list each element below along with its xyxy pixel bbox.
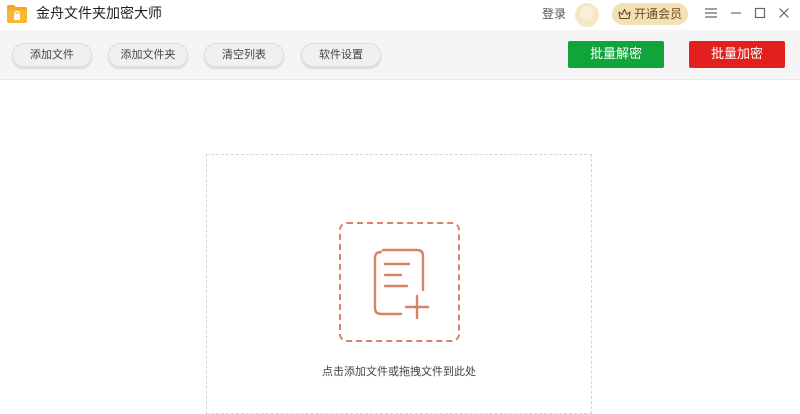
drop-hint-text: 点击添加文件或拖拽文件到此处 — [322, 365, 476, 378]
login-link[interactable]: 登录 — [542, 6, 566, 22]
toolbar: 添加文件 添加文件夹 清空列表 软件设置 批量解密 批量加密 — [0, 30, 800, 80]
vip-button[interactable]: 开通会员 — [612, 3, 688, 25]
avatar[interactable] — [575, 3, 599, 27]
settings-button[interactable]: 软件设置 — [301, 43, 381, 67]
folder-lock-icon — [6, 4, 28, 24]
add-folder-button[interactable]: 添加文件夹 — [108, 43, 188, 67]
vip-label: 开通会员 — [633, 7, 682, 21]
batch-decrypt-button[interactable]: 批量解密 — [568, 41, 664, 68]
title-bar: 金舟文件夹加密大师 登录 开通会员 — [0, 0, 800, 30]
menu-icon[interactable] — [702, 5, 720, 21]
minimize-icon[interactable] — [727, 5, 745, 21]
batch-encrypt-button[interactable]: 批量加密 — [689, 41, 785, 68]
maximize-icon[interactable] — [751, 5, 769, 21]
app-title: 金舟文件夹加密大师 — [36, 6, 162, 22]
add-file-button[interactable]: 添加文件 — [12, 43, 92, 67]
add-document-button[interactable] — [339, 222, 460, 342]
close-icon[interactable] — [775, 5, 793, 21]
add-document-icon — [373, 248, 430, 320]
crown-icon — [618, 8, 631, 20]
clear-list-button[interactable]: 清空列表 — [204, 43, 284, 67]
